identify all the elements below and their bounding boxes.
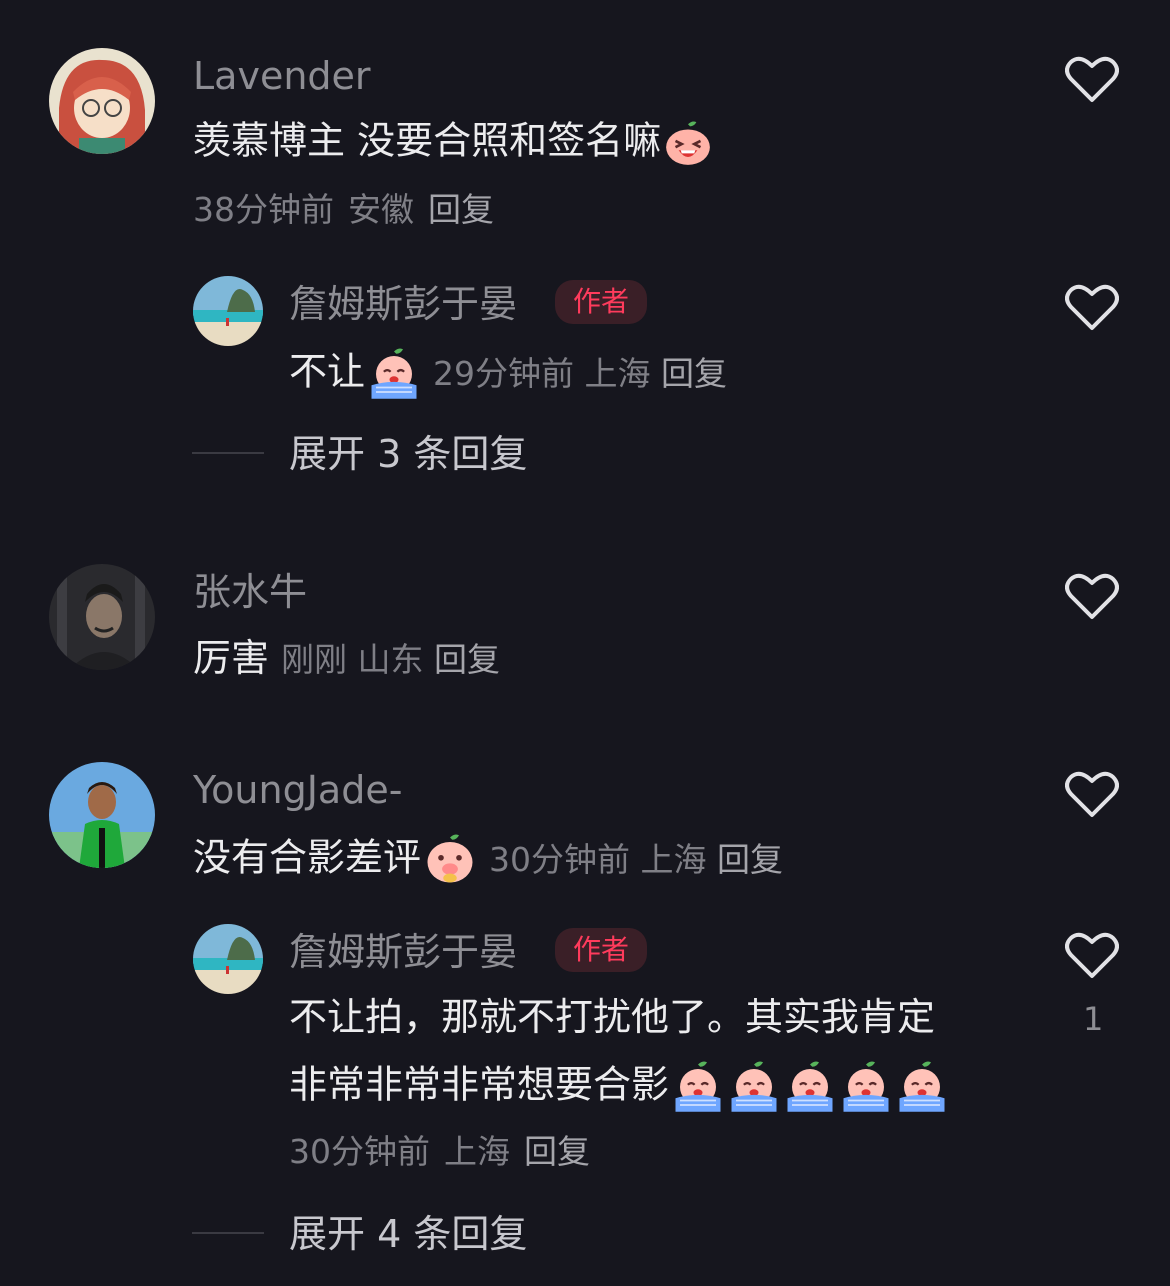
pig-face-emoji xyxy=(427,834,473,883)
comment-text: 没有合影差评 30分钟前 上海 回复 xyxy=(193,833,783,887)
reply-location: 上海 xyxy=(444,1132,510,1171)
reply-meta: 30分钟前 上海 回复 xyxy=(289,1135,590,1168)
reply-button[interactable]: 回复 xyxy=(717,840,783,879)
reply-button[interactable]: 回复 xyxy=(661,354,727,393)
expand-replies-button[interactable]: 展开 3 条回复 xyxy=(289,435,527,473)
reply-button[interactable]: 回复 xyxy=(428,190,494,229)
crying-face-emoji xyxy=(675,1061,721,1112)
comment-location: 安徽 xyxy=(348,190,414,229)
avatar-youngjade[interactable] xyxy=(49,762,155,868)
avatar-author[interactable] xyxy=(193,276,263,346)
comment-time: 刚刚 xyxy=(281,640,348,679)
crying-face-emoji xyxy=(843,1061,889,1112)
comment-author-name[interactable]: Lavender xyxy=(193,57,371,95)
reply-text: 不让 29分钟前 上海 回复 xyxy=(289,347,727,401)
expand-replies-button[interactable]: 展开 4 条回复 xyxy=(289,1215,527,1253)
heart-outline-icon[interactable] xyxy=(1065,54,1119,104)
reply-text-line-1: 不让拍，那就不打扰他了。其实我肯定 xyxy=(289,995,936,1039)
reply-location: 上海 xyxy=(584,353,651,393)
comment-location: 山东 xyxy=(357,640,424,679)
heart-outline-icon[interactable] xyxy=(1065,571,1119,621)
comment-text: 厉害 刚刚 山东 回复 xyxy=(193,636,501,680)
reply-button[interactable]: 回复 xyxy=(524,1132,590,1171)
comment-location: 上海 xyxy=(640,839,707,879)
reply-text-line-2: 非常非常非常想要合影 xyxy=(289,1060,949,1114)
crying-face-emoji xyxy=(371,348,417,399)
comment-author-name[interactable]: 张水牛 xyxy=(193,573,307,611)
laughing-face-emoji xyxy=(666,121,710,165)
avatar-lavender[interactable] xyxy=(49,48,155,154)
author-badge: 作者 xyxy=(555,280,648,324)
comment-text: 羡慕博主 没要合照和签名嘛 xyxy=(193,118,713,168)
reply-button[interactable]: 回复 xyxy=(434,640,500,679)
heart-outline-icon[interactable] xyxy=(1065,930,1119,980)
comment-time: 30分钟前 xyxy=(489,839,631,879)
avatar-zhangshuiniu[interactable] xyxy=(49,564,155,670)
author-badge: 作者 xyxy=(555,928,648,972)
comment-meta: 38分钟前 安徽 回复 xyxy=(193,193,494,226)
avatar-author[interactable] xyxy=(193,924,263,994)
comment-time: 38分钟前 xyxy=(193,190,334,229)
reply-time: 30分钟前 xyxy=(289,1132,430,1171)
crying-face-emoji xyxy=(899,1061,945,1112)
comment-author-name[interactable]: YoungJade- xyxy=(193,771,402,809)
heart-outline-icon[interactable] xyxy=(1065,282,1119,332)
expand-divider xyxy=(192,1232,264,1234)
heart-outline-icon[interactable] xyxy=(1065,769,1119,819)
like-count: 1 xyxy=(1083,1000,1104,1038)
expand-divider xyxy=(192,452,264,454)
reply-author-name[interactable]: 詹姆斯彭于晏 xyxy=(289,933,517,971)
reply-time: 29分钟前 xyxy=(433,353,575,393)
crying-face-emoji xyxy=(731,1061,777,1112)
reply-author-name[interactable]: 詹姆斯彭于晏 xyxy=(289,285,517,323)
crying-face-emoji xyxy=(787,1061,833,1112)
